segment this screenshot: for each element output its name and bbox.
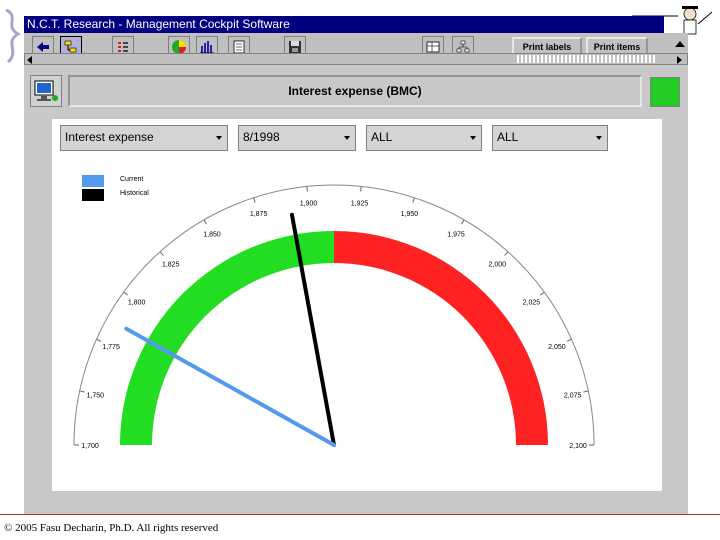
gauge-tick-mark — [461, 219, 465, 225]
gauge-tick-label: 2,075 — [564, 392, 582, 399]
report-title: Interest expense (BMC) — [68, 75, 642, 107]
gauge-tick-label: 1,850 — [203, 232, 221, 239]
gauge-tick-mark — [583, 390, 589, 393]
horizontal-scrollbar[interactable] — [24, 53, 688, 65]
gauge-tick-mark — [360, 186, 362, 192]
copyright-notice: © 2005 Fasu Decharin, Ph.D. All rights r… — [4, 522, 219, 534]
gauge-tick-label: 1,875 — [250, 211, 268, 218]
gauge-tick-label: 1,950 — [401, 211, 419, 218]
gauge-tick-label: 1,900 — [300, 200, 318, 207]
scroll-left-icon[interactable] — [27, 56, 32, 64]
gauge-tick-mark — [123, 291, 128, 296]
window-title: N.C.T. Research - Management Cockpit Sof… — [27, 17, 290, 31]
gauge-tick-mark — [96, 338, 102, 342]
gauge-tick-mark — [253, 197, 256, 203]
gauge-tick-label: 2,100 — [569, 443, 587, 450]
gauge-tick-mark — [504, 251, 509, 256]
window-title-bar: N.C.T. Research - Management Cockpit Sof… — [24, 16, 664, 33]
gauge-tick-label: 1,775 — [102, 344, 120, 351]
gauge-tick-mark — [412, 197, 415, 203]
gauge-tick-label: 2,025 — [523, 300, 541, 307]
gauge-tick-mark — [540, 291, 545, 296]
cockpit-app-icon[interactable] — [30, 75, 62, 107]
gauge-tick-mark — [306, 186, 308, 192]
gauge-tick-label: 1,800 — [128, 300, 146, 307]
scroll-up-icon[interactable] — [675, 41, 685, 47]
status-indicator — [650, 77, 680, 107]
gauge-tick-label: 2,050 — [548, 344, 566, 351]
decorative-swirl-icon — [5, 8, 22, 64]
scroll-track[interactable] — [515, 55, 655, 63]
gauge-tick-label: 1,825 — [162, 262, 180, 269]
report-header: Interest expense (BMC) — [24, 73, 688, 109]
gauge-panel: Interest expense 8/1998 ALL ALL Current … — [52, 119, 662, 491]
gauge-tick-label: 1,925 — [351, 200, 369, 207]
footer-divider — [0, 514, 720, 515]
gauge-tick-label: 1,750 — [87, 392, 105, 399]
scroll-right-icon[interactable] — [677, 56, 682, 64]
gauge-tick-mark — [203, 219, 207, 225]
gauge-tick-mark — [566, 338, 572, 342]
gauge-band-1 — [334, 231, 548, 445]
gauge-tick-label: 1,975 — [447, 232, 465, 239]
gauge-chart: 1,700 1,750 1,775 1,800 1,825 1,850 1,875 1,900… — [73, 184, 595, 450]
workspace: Interest expense (BMC) Interest expense … — [24, 65, 688, 515]
gauge-tick-mark — [159, 251, 164, 256]
gauge-tick-label: 1,700 — [81, 443, 99, 450]
gauge-tick-mark — [79, 390, 85, 393]
gauge-tick-label: 2,000 — [489, 262, 507, 269]
